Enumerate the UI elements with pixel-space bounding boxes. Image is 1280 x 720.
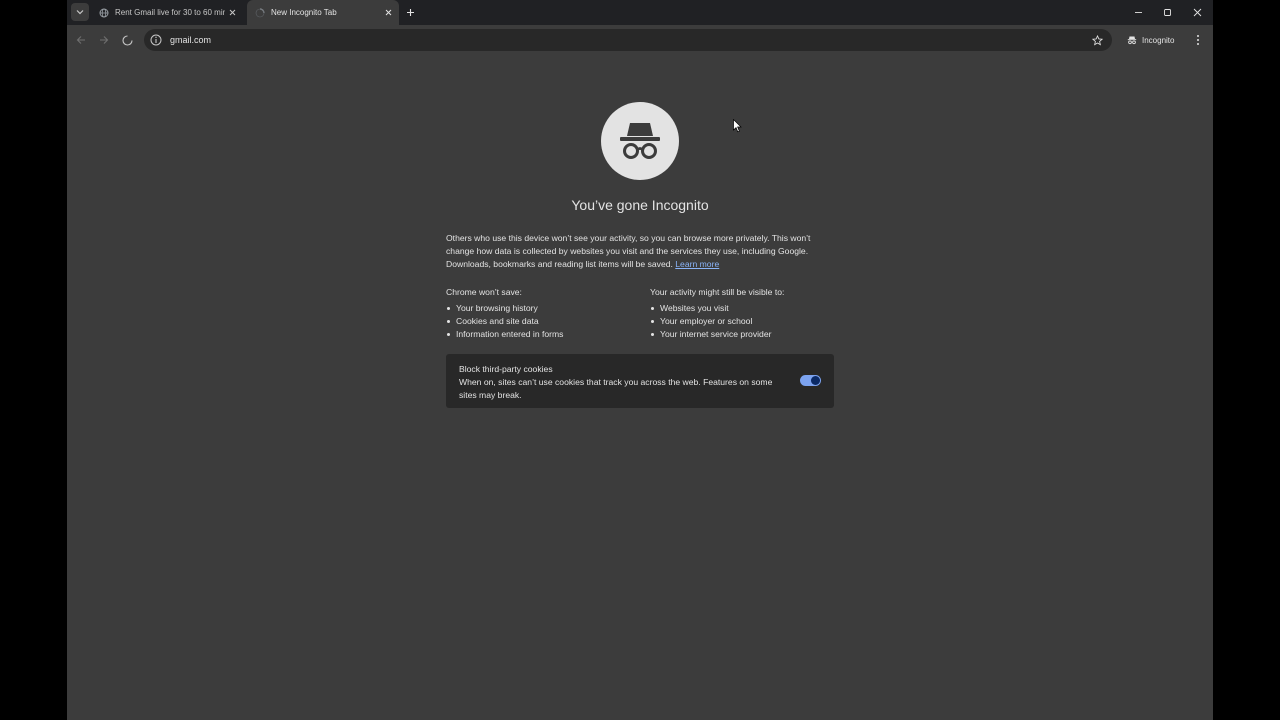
close-tab-button[interactable]	[381, 6, 395, 20]
tab-new-incognito[interactable]: New Incognito Tab	[247, 0, 399, 25]
intro-body: Others who use this device won’t see you…	[446, 233, 811, 269]
star-icon	[1091, 34, 1103, 45]
visible-to-list: Your activity might still be visible to:…	[650, 286, 850, 341]
minimize-icon	[1134, 12, 1142, 13]
incognito-icon	[1127, 36, 1137, 45]
close-icon	[1193, 8, 1201, 17]
tab-title: Rent Gmail live for 30 to 60 min	[115, 8, 225, 17]
loading-spinner-icon	[255, 7, 265, 17]
incognito-ntp: You’ve gone Incognito Others who use thi…	[67, 55, 1213, 720]
bookmark-star-button[interactable]	[1090, 33, 1104, 47]
tab-rent-gmail[interactable]: Rent Gmail live for 30 to 60 min	[91, 0, 243, 25]
maximize-button[interactable]	[1152, 0, 1182, 25]
cookie-card-description: When on, sites can’t use cookies that tr…	[459, 377, 773, 400]
plus-icon	[406, 8, 414, 16]
cookie-card-title: Block third-party cookies	[459, 364, 553, 374]
close-tab-button[interactable]	[225, 6, 239, 20]
forward-button[interactable]	[95, 31, 113, 49]
close-window-button[interactable]	[1182, 0, 1212, 25]
list-item: Your browsing history	[446, 302, 646, 315]
address-bar[interactable]	[144, 29, 1112, 51]
cookie-controls-card: Block third-party cookies When on, sites…	[446, 354, 834, 408]
wont-save-list: Chrome won’t save: Your browsing history…	[446, 286, 646, 341]
tab-strip: Rent Gmail live for 30 to 60 min New Inc…	[67, 0, 1213, 25]
browser-window: Rent Gmail live for 30 to 60 min New Inc…	[67, 0, 1213, 720]
minimize-button[interactable]	[1123, 0, 1153, 25]
arrow-right-icon	[100, 36, 109, 44]
incognito-logo	[601, 102, 679, 180]
close-icon	[229, 9, 235, 16]
page-title: You’ve gone Incognito	[571, 197, 709, 213]
list-item: Information entered in forms	[446, 328, 646, 341]
stop-loading-button[interactable]	[118, 31, 136, 49]
visible-to-title: Your activity might still be visible to:	[650, 287, 785, 297]
list-item: Your employer or school	[650, 315, 850, 328]
url-input[interactable]	[170, 35, 1090, 45]
block-cookies-toggle[interactable]	[800, 375, 821, 386]
tab-search-button[interactable]	[71, 3, 89, 21]
chevron-down-icon	[76, 10, 84, 15]
incognito-profile-chip[interactable]: Incognito	[1121, 31, 1187, 49]
wont-save-title: Chrome won’t save:	[446, 287, 522, 297]
mouse-cursor-icon	[733, 119, 742, 133]
tab-title: New Incognito Tab	[271, 8, 337, 17]
loading-spinner-icon	[121, 34, 133, 46]
back-button[interactable]	[72, 31, 90, 49]
new-tab-button[interactable]	[403, 5, 417, 19]
incognito-icon	[620, 123, 660, 159]
info-icon[interactable]	[150, 34, 162, 46]
list-item: Your internet service provider	[650, 328, 850, 341]
toolbar: Incognito	[67, 25, 1213, 55]
globe-icon	[99, 8, 109, 17]
arrow-left-icon	[76, 36, 85, 44]
profile-chip-label: Incognito	[1142, 35, 1175, 45]
intro-text: Others who use this device won’t see you…	[446, 232, 838, 271]
more-vert-icon	[1197, 35, 1199, 45]
list-item: Cookies and site data	[446, 315, 646, 328]
restore-icon	[1163, 9, 1171, 16]
menu-button[interactable]	[1191, 31, 1205, 49]
list-item: Websites you visit	[650, 302, 850, 315]
learn-more-link[interactable]: Learn more	[675, 259, 719, 269]
close-icon	[385, 9, 391, 16]
